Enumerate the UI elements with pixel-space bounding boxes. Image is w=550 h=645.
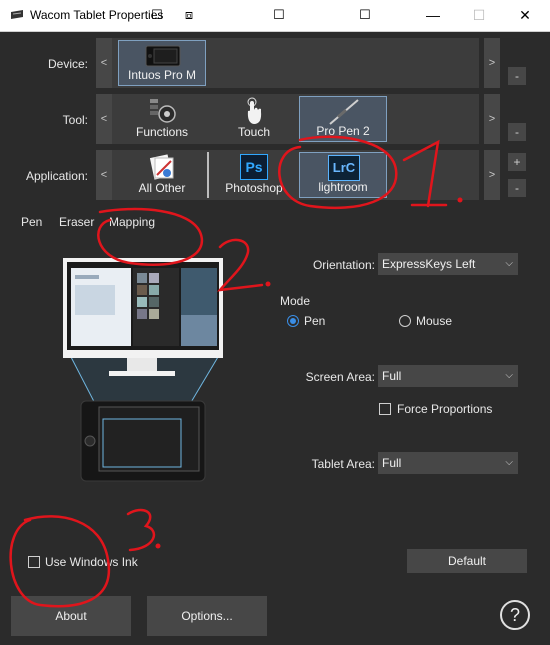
photoshop-icon: Ps (240, 154, 268, 180)
tool-strip: < Functions Touch Pro Pen 2 (96, 94, 479, 144)
photoshop-icon-text: Ps (245, 159, 263, 175)
chevron-down-icon: ⌵ (505, 370, 513, 381)
maximize-button[interactable]: ☐ (456, 0, 502, 31)
force-proportions-checkbox[interactable] (379, 403, 391, 415)
chevron-down-icon: ⌵ (505, 258, 513, 269)
tool-next-button[interactable]: > (484, 94, 500, 144)
device-next-button[interactable]: > (484, 38, 500, 88)
tool-prev-button[interactable]: < (96, 94, 112, 144)
default-button[interactable]: Default (407, 549, 527, 573)
device-label: Device: (47, 57, 88, 71)
tablet-area-select[interactable]: Full ⌵ (378, 452, 518, 474)
minimize-button[interactable]: — (410, 0, 456, 31)
tab-mapping[interactable]: Mapping (103, 212, 162, 233)
tile-divider (207, 152, 209, 198)
tool-tile-touch[interactable]: Touch (210, 96, 298, 142)
functions-icon (150, 99, 176, 123)
orientation-label: Orientation: (312, 258, 375, 272)
app-tile-lightroom[interactable]: LrC lightroom (299, 152, 387, 198)
app-tile-photoshop[interactable]: Ps Photoshop (210, 152, 298, 198)
intuos-tablet-icon (145, 45, 181, 67)
chevron-down-icon: ⌵ (505, 457, 513, 468)
device-tile-label: Intuos Pro M (127, 68, 197, 82)
screen-area-label: Screen Area: (305, 370, 375, 384)
remove-application-button[interactable]: - (508, 179, 526, 197)
tablet-app-icon (11, 10, 23, 19)
application-prev-button[interactable]: < (96, 150, 112, 200)
device-prev-button[interactable]: < (96, 38, 112, 88)
mode-mouse-label: Mouse (416, 314, 453, 328)
application-next-button[interactable]: > (484, 150, 500, 200)
touch-hand-icon (247, 97, 262, 124)
mode-pen-radio[interactable] (287, 315, 299, 327)
remove-tool-button[interactable]: - (508, 123, 526, 141)
tablet-area-label: Tablet Area: (311, 457, 375, 471)
screen-area-value: Full (382, 369, 402, 383)
toolbar-icon-2[interactable]: ⧈ (178, 4, 200, 26)
mode-mouse-radio[interactable] (399, 315, 411, 327)
help-icon-glyph: ? (509, 605, 520, 625)
tab-pen[interactable]: Pen (15, 212, 48, 232)
toolbar-icon-1[interactable]: ☐ (146, 4, 168, 26)
orientation-select[interactable]: ExpressKeys Left ⌵ (378, 253, 518, 275)
lightroom-icon-text: LrC (332, 160, 356, 175)
window-title: Wacom Tablet Properties (30, 8, 164, 22)
screen-area-select[interactable]: Full ⌵ (378, 365, 518, 387)
app-tile-label-lightroom: lightroom (318, 180, 368, 194)
close-button[interactable]: ✕ (502, 0, 548, 31)
mapping-illustration (63, 258, 223, 482)
use-windows-ink-checkbox[interactable] (28, 556, 40, 568)
app-tile-label-all-other: All Other (138, 181, 186, 195)
mode-label: Mode (280, 294, 311, 308)
orientation-value: ExpressKeys Left (382, 257, 476, 271)
tool-label: Tool: (62, 113, 88, 127)
tool-tile-label-touch: Touch (237, 125, 271, 139)
tool-tile-pro-pen-2[interactable]: Pro Pen 2 (299, 96, 387, 142)
toolbar-icon-4[interactable]: ☐ (354, 4, 376, 26)
options-button[interactable]: Options... (147, 596, 267, 636)
application-label: Application: (25, 169, 88, 183)
tab-eraser[interactable]: Eraser (53, 212, 100, 232)
lightroom-classic-icon: LrC (328, 155, 360, 181)
mode-pen-label: Pen (304, 314, 326, 328)
about-button[interactable]: About (11, 596, 131, 636)
device-strip: < Intuos Pro M (96, 38, 479, 88)
use-windows-ink-label: Use Windows Ink (45, 555, 138, 569)
force-proportions-label: Force Proportions (397, 402, 493, 416)
tablet-area-value: Full (382, 456, 402, 470)
application-strip: < All Other Ps Photoshop LrC lightroom (96, 150, 479, 200)
app-tile-label-photoshop: Photoshop (225, 181, 283, 195)
title-bar: Wacom Tablet Properties ☐ ⧈ ☐ ☐ — ☐ ✕ (0, 0, 550, 32)
help-icon[interactable]: ? (500, 600, 530, 630)
app-tile-all-other[interactable]: All Other (118, 152, 206, 198)
pen-icon (329, 99, 359, 125)
device-tile-intuos-pro-m[interactable]: Intuos Pro M (118, 40, 206, 86)
tool-tile-functions[interactable]: Functions (118, 96, 206, 142)
add-application-button[interactable]: + (508, 153, 526, 171)
toolbar-icon-3[interactable]: ☐ (268, 4, 290, 26)
remove-device-button[interactable]: - (508, 67, 526, 85)
tool-tile-label-pro-pen-2: Pro Pen 2 (316, 124, 370, 138)
all-other-apps-icon (149, 154, 174, 180)
tool-tile-label-functions: Functions (135, 125, 189, 139)
